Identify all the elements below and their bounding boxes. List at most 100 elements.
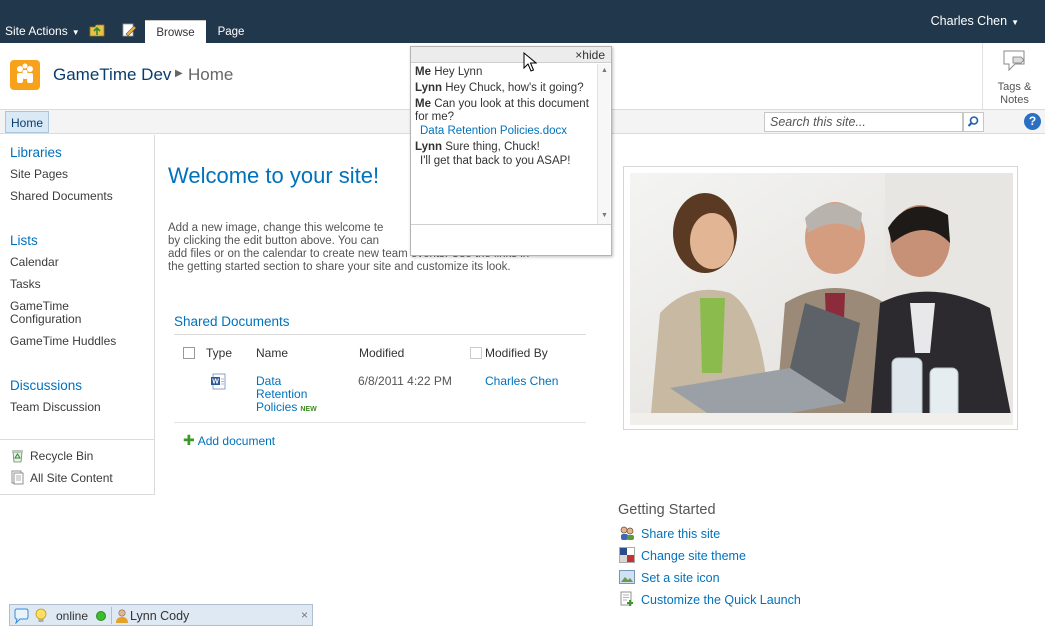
- divider: [174, 334, 586, 335]
- chat-sender: Lynn: [415, 141, 443, 153]
- user-name: Charles Chen: [930, 14, 1008, 28]
- ql-item-shared-documents[interactable]: Shared Documents: [10, 190, 113, 203]
- ql-item-team-discussion[interactable]: Team Discussion: [10, 401, 101, 414]
- presence-status: online: [56, 609, 89, 623]
- change-theme-icon: [619, 547, 635, 563]
- getting-started-title: Getting Started: [618, 502, 716, 518]
- welcome-title: Welcome to your site!: [168, 163, 380, 188]
- add-document-label: Add document: [197, 434, 276, 448]
- tags-notes-label-line1: Tags &: [997, 81, 1032, 93]
- scroll-down-icon[interactable]: ▼: [601, 212, 608, 219]
- document-name-line: Policies NEW: [256, 401, 317, 416]
- search-button[interactable]: [963, 112, 984, 132]
- site-icon-icon: [619, 570, 635, 584]
- divider: [0, 439, 154, 440]
- chat-message: Lynn Hey Chuck, how's it going?: [415, 82, 593, 95]
- ribbon-bar: Site Actions ▼ Browse Page Charles Chen ▼: [0, 0, 1045, 43]
- chevron-down-icon: ▼: [71, 28, 80, 37]
- chat-scrollbar[interactable]: ▲ ▼: [597, 64, 610, 224]
- chat-text: Hey Chuck, how's it going?: [445, 82, 584, 94]
- chat-log: Me Hey Lynn Lynn Hey Chuck, how's it goi…: [411, 64, 597, 224]
- chat-hide-button[interactable]: ×hide: [575, 48, 605, 62]
- ql-item-recycle-bin[interactable]: Recycle Bin: [30, 450, 93, 463]
- site-actions-menu[interactable]: Site Actions ▼: [5, 24, 80, 38]
- column-header-modified[interactable]: Modified: [359, 346, 404, 360]
- share-site-link[interactable]: Share this site: [641, 527, 720, 541]
- ql-item-calendar[interactable]: Calendar: [10, 256, 59, 269]
- ql-item-gametime-huddles[interactable]: GameTime Huddles: [10, 335, 116, 348]
- shared-documents-title[interactable]: Shared Documents: [174, 314, 290, 329]
- navigate-up-icon[interactable]: [89, 23, 105, 37]
- chat-status-bar: online Lynn Cody ×: [9, 604, 313, 626]
- chat-text: Hey Lynn: [434, 66, 483, 78]
- search-icon: [967, 116, 979, 127]
- ql-item-gametime-configuration[interactable]: GameTime Configuration: [10, 300, 81, 326]
- add-document-link[interactable]: ✚ Add document: [183, 432, 275, 449]
- site-title-link[interactable]: GameTime Dev: [53, 65, 171, 85]
- user-menu[interactable]: Charles Chen ▼: [931, 14, 1019, 28]
- tags-notes-label: Tags & Notes: [983, 81, 1045, 107]
- divider: [174, 422, 586, 423]
- chat-document-link[interactable]: Data Retention Policies.docx: [415, 125, 593, 138]
- recycle-bin-icon: [12, 450, 23, 463]
- tab-browse[interactable]: Browse: [145, 20, 206, 43]
- site-actions-label: Site Actions: [5, 24, 68, 38]
- ql-heading-lists[interactable]: Lists: [10, 233, 38, 248]
- column-header-name[interactable]: Name: [256, 346, 288, 360]
- document-modified-by-link[interactable]: Charles Chen: [485, 375, 558, 388]
- customize-quick-launch-link[interactable]: Customize the Quick Launch: [641, 593, 801, 607]
- chat-contact-name[interactable]: Lynn Cody: [130, 609, 189, 623]
- quick-launch: Libraries Site Pages Shared Documents Li…: [0, 135, 155, 495]
- ql-item-label-line2: Configuration: [10, 312, 82, 326]
- close-icon[interactable]: ×: [301, 608, 308, 622]
- search-input[interactable]: Search this site...: [764, 112, 963, 132]
- ql-heading-discussions[interactable]: Discussions: [10, 378, 82, 393]
- chat-input[interactable]: [411, 224, 611, 255]
- all-site-content-icon: [11, 470, 24, 485]
- nav-item-home[interactable]: Home: [5, 111, 50, 133]
- chat-message-continued: I'll get that back to you ASAP!: [420, 155, 571, 167]
- document-modified: 6/8/2011 4:22 PM: [358, 374, 452, 388]
- chat-text: Sure thing, Chuck!: [445, 141, 540, 153]
- site-logo-icon[interactable]: [10, 60, 40, 90]
- mouse-cursor-icon: [523, 52, 537, 72]
- column-checkbox[interactable]: [470, 347, 482, 359]
- ql-item-site-pages[interactable]: Site Pages: [10, 168, 68, 181]
- edit-page-icon[interactable]: [121, 23, 137, 37]
- set-site-icon-link[interactable]: Set a site icon: [641, 571, 720, 585]
- column-header-modified-by[interactable]: Modified By: [485, 346, 548, 360]
- scroll-up-icon[interactable]: ▲: [601, 67, 608, 74]
- welcome-text-line: the getting started section to share you…: [168, 261, 511, 273]
- chat-sender: Me: [415, 66, 431, 78]
- breadcrumb-separator-icon: ▶: [175, 68, 183, 79]
- breadcrumb-current: Home: [188, 65, 234, 84]
- chat-message: Me Can you look at this document for me?: [415, 98, 593, 124]
- divider: [111, 607, 112, 624]
- document-name-link[interactable]: Data Retention Policies NEW: [256, 375, 317, 416]
- tags-notes-label-line2: Notes: [1000, 94, 1029, 106]
- chat-text: Can you look at this document for me?: [415, 98, 589, 123]
- new-badge: NEW: [300, 406, 317, 413]
- chat-bubble-icon[interactable]: [13, 608, 29, 624]
- tags-notes-button[interactable]: Tags & Notes: [982, 43, 1045, 109]
- team-photo: [630, 173, 1013, 425]
- ql-item-tasks[interactable]: Tasks: [10, 278, 41, 291]
- change-theme-link[interactable]: Change site theme: [641, 549, 746, 563]
- help-icon[interactable]: ?: [1024, 113, 1041, 130]
- customize-quick-launch-icon: [620, 591, 633, 606]
- word-document-icon: W: [211, 373, 226, 390]
- column-header-type[interactable]: Type: [206, 346, 232, 360]
- chat-sender: Lynn: [415, 82, 443, 94]
- chat-header: ×hide: [411, 47, 611, 63]
- ql-heading-libraries[interactable]: Libraries: [10, 145, 62, 160]
- tags-notes-icon: [1003, 50, 1025, 72]
- chat-message: Lynn Sure thing, Chuck!: [415, 141, 593, 154]
- svg-text:W: W: [212, 379, 219, 386]
- online-status-icon: [96, 611, 106, 621]
- welcome-image: [623, 166, 1018, 430]
- select-all-checkbox[interactable]: [183, 347, 195, 359]
- chat-window: ×hide Me Hey Lynn Lynn Hey Chuck, how's …: [410, 46, 612, 256]
- ql-item-all-site-content[interactable]: All Site Content: [30, 472, 113, 485]
- lightbulb-icon[interactable]: [33, 608, 49, 624]
- tab-page[interactable]: Page: [209, 20, 253, 43]
